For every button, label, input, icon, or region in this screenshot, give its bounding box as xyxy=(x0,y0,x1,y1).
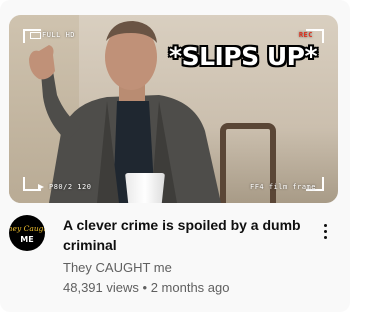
channel-name[interactable]: They CAUGHT me xyxy=(63,260,172,275)
more-vert-icon xyxy=(323,223,327,227)
channel-logo-icon: They Caught ME xyxy=(9,224,45,244)
more-actions-button[interactable] xyxy=(316,219,334,243)
video-thumbnail[interactable]: FULL HD REC P80/2 120 FF4 film frame *SL… xyxy=(9,15,338,203)
upload-age: 2 months ago xyxy=(150,280,230,295)
cam-label-rec: REC xyxy=(298,31,313,39)
foam-cup xyxy=(125,173,165,203)
avatar-text-line2: ME xyxy=(20,235,33,244)
play-indicator-icon xyxy=(38,184,44,190)
cam-label-film-frame: FF4 film frame xyxy=(249,183,316,191)
cam-label-full-hd: FULL HD xyxy=(42,31,76,39)
video-title[interactable]: A clever crime is spoiled by a dumb crim… xyxy=(63,215,303,255)
battery-icon xyxy=(30,32,41,39)
view-count: 48,391 views xyxy=(63,280,139,295)
avatar-text-line1: They Caught xyxy=(9,224,45,233)
cam-label-iso: P80/2 120 xyxy=(49,183,92,191)
thumbnail-overlay-text: *SLIPS UP* xyxy=(169,42,318,71)
meta-separator: • xyxy=(142,280,148,295)
video-metadata: 48,391 views • 2 months ago xyxy=(63,280,229,295)
more-vert-icon-dot xyxy=(323,229,327,233)
channel-avatar[interactable]: They Caught ME xyxy=(9,215,45,251)
more-vert-icon-dot xyxy=(323,235,327,239)
